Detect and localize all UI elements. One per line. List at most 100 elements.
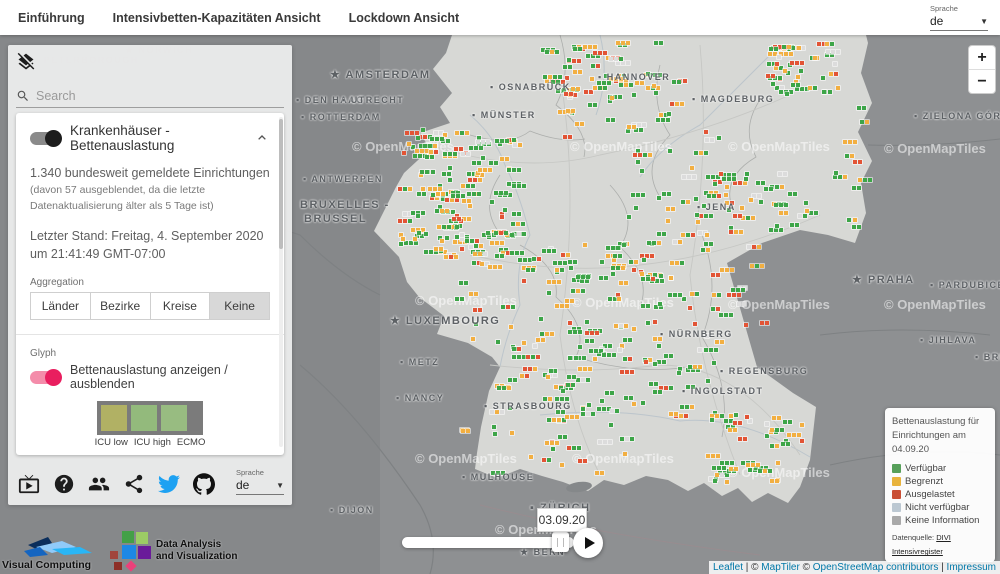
facility-glyph[interactable] xyxy=(656,195,662,201)
card-scrollbar-thumb[interactable] xyxy=(279,119,283,249)
facility-glyph[interactable] xyxy=(631,326,637,332)
facility-glyph[interactable] xyxy=(658,273,664,279)
facility-glyph[interactable] xyxy=(599,398,605,404)
facility-glyph[interactable] xyxy=(447,177,453,183)
facility-glyph[interactable] xyxy=(586,402,592,408)
facility-glyph[interactable] xyxy=(835,85,841,91)
facility-glyph[interactable] xyxy=(846,217,852,223)
facility-glyph[interactable] xyxy=(615,40,631,46)
facility-glyph[interactable] xyxy=(560,388,566,394)
facility-glyph[interactable] xyxy=(680,199,691,205)
facility-glyph[interactable] xyxy=(746,244,762,250)
facility-glyph[interactable] xyxy=(566,374,577,380)
facility-glyph[interactable] xyxy=(434,208,450,214)
facility-glyph[interactable] xyxy=(616,296,622,302)
facility-glyph[interactable] xyxy=(601,352,617,358)
facility-glyph[interactable] xyxy=(667,148,673,154)
facility-glyph[interactable] xyxy=(781,44,792,50)
facility-glyph[interactable] xyxy=(631,92,637,98)
facility-glyph[interactable] xyxy=(641,257,647,263)
facility-glyph[interactable] xyxy=(562,134,573,140)
aggregation-option-keine[interactable]: Keine xyxy=(210,292,270,320)
facility-glyph[interactable] xyxy=(634,80,645,86)
search-input[interactable] xyxy=(34,88,284,104)
facility-glyph[interactable] xyxy=(494,253,505,259)
facility-glyph[interactable] xyxy=(784,91,790,97)
facility-glyph[interactable] xyxy=(473,321,479,327)
aggregation-option-länder[interactable]: Länder xyxy=(30,292,91,320)
facility-glyph[interactable] xyxy=(635,159,641,165)
facility-glyph[interactable] xyxy=(519,373,530,379)
facility-glyph[interactable] xyxy=(577,366,593,372)
facility-glyph[interactable] xyxy=(807,85,818,91)
facility-glyph[interactable] xyxy=(693,150,709,156)
facility-glyph[interactable] xyxy=(653,40,664,46)
facility-glyph[interactable] xyxy=(776,54,782,60)
facility-glyph[interactable] xyxy=(610,271,616,277)
facility-glyph[interactable] xyxy=(820,75,826,81)
facility-glyph[interactable] xyxy=(545,374,551,380)
facility-glyph[interactable] xyxy=(786,432,802,438)
facility-glyph[interactable] xyxy=(521,278,527,284)
facility-glyph[interactable] xyxy=(724,479,730,485)
facility-glyph[interactable] xyxy=(512,142,523,148)
facility-glyph[interactable] xyxy=(758,199,764,205)
facility-glyph[interactable] xyxy=(692,321,698,327)
facility-glyph[interactable] xyxy=(832,61,838,67)
facility-glyph[interactable] xyxy=(665,218,671,224)
facility-glyph[interactable] xyxy=(626,214,632,220)
facility-glyph[interactable] xyxy=(564,414,580,420)
facility-glyph[interactable] xyxy=(771,415,782,421)
facility-glyph[interactable] xyxy=(743,176,749,182)
facility-glyph[interactable] xyxy=(507,377,518,383)
facility-glyph[interactable] xyxy=(436,224,452,230)
facility-glyph[interactable] xyxy=(592,85,608,91)
facility-glyph[interactable] xyxy=(454,130,470,136)
facility-glyph[interactable] xyxy=(804,208,810,214)
facility-glyph[interactable] xyxy=(507,405,513,411)
facility-glyph[interactable] xyxy=(652,336,663,342)
facility-glyph[interactable] xyxy=(605,117,616,123)
facility-glyph[interactable] xyxy=(428,149,439,155)
attribution-link[interactable]: MapTiler xyxy=(761,562,800,573)
facility-glyph[interactable] xyxy=(668,411,679,417)
facility-glyph[interactable] xyxy=(464,238,480,244)
facility-glyph[interactable] xyxy=(622,451,628,457)
facility-glyph[interactable] xyxy=(643,359,649,365)
facility-glyph[interactable] xyxy=(789,60,805,66)
facility-glyph[interactable] xyxy=(773,202,789,208)
facility-glyph[interactable] xyxy=(500,304,516,310)
facility-glyph[interactable] xyxy=(700,247,711,253)
facility-glyph[interactable] xyxy=(608,422,614,428)
facility-glyph[interactable] xyxy=(572,69,583,75)
facility-glyph[interactable] xyxy=(668,275,674,281)
facility-glyph[interactable] xyxy=(733,412,739,418)
facility-glyph[interactable] xyxy=(584,338,595,344)
glyph-visibility-toggle[interactable] xyxy=(30,371,60,384)
facility-glyph[interactable] xyxy=(489,240,505,246)
facility-glyph[interactable] xyxy=(704,137,715,143)
facility-glyph[interactable] xyxy=(619,436,635,442)
facility-glyph[interactable] xyxy=(493,230,509,236)
facility-glyph[interactable] xyxy=(546,290,552,296)
facility-glyph[interactable] xyxy=(566,445,582,451)
facility-glyph[interactable] xyxy=(605,245,621,251)
facility-glyph[interactable] xyxy=(433,246,444,252)
facility-glyph[interactable] xyxy=(454,296,465,302)
facility-glyph[interactable] xyxy=(652,319,658,325)
facility-glyph[interactable] xyxy=(604,390,615,396)
facility-glyph[interactable] xyxy=(492,431,498,437)
facility-glyph[interactable] xyxy=(718,312,734,318)
facility-glyph[interactable] xyxy=(458,280,469,286)
facility-glyph[interactable] xyxy=(499,214,505,220)
facility-glyph[interactable] xyxy=(728,466,739,472)
facility-glyph[interactable] xyxy=(655,117,671,123)
facility-glyph[interactable] xyxy=(472,307,483,313)
facility-glyph[interactable] xyxy=(732,213,743,219)
attribution-link[interactable]: Impressum xyxy=(947,562,996,573)
facility-glyph[interactable] xyxy=(451,216,462,222)
facility-glyph[interactable] xyxy=(778,210,789,216)
facility-glyph[interactable] xyxy=(799,438,805,444)
facility-glyph[interactable] xyxy=(679,404,695,410)
facility-glyph[interactable] xyxy=(568,265,574,271)
